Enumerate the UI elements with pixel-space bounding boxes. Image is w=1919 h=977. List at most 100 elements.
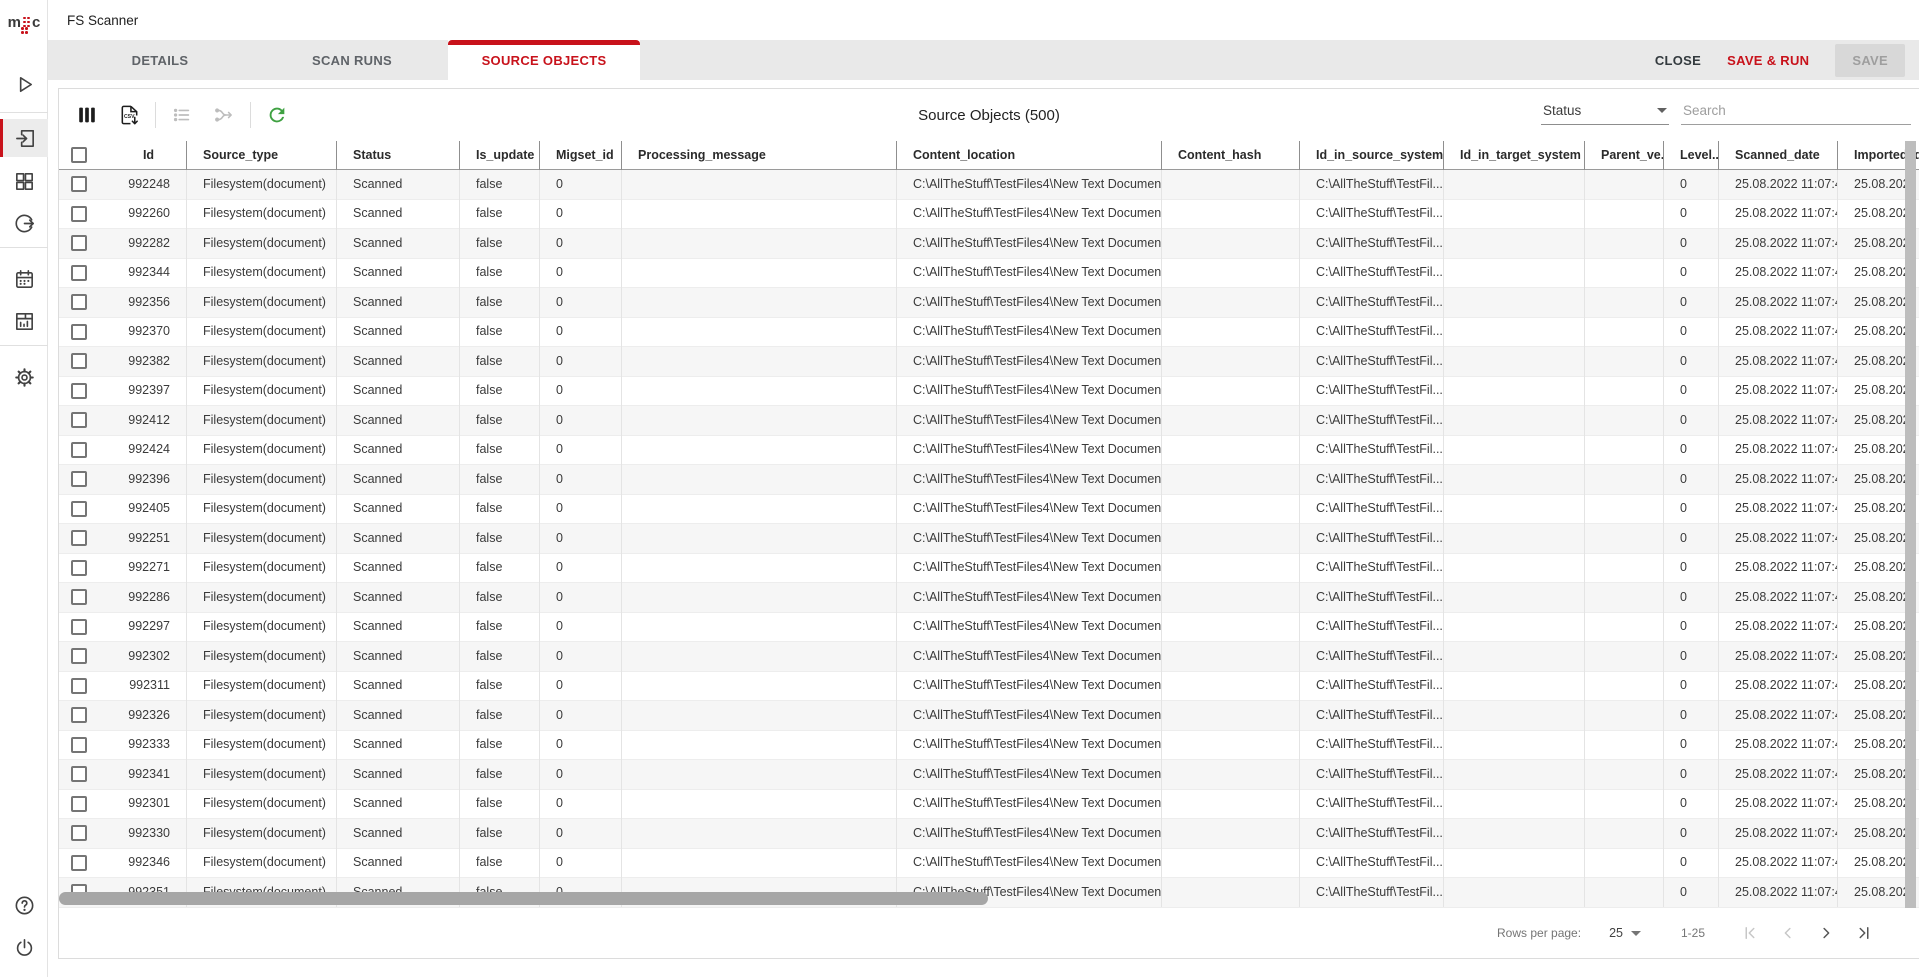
sidebar-item-run[interactable]	[0, 65, 48, 103]
row-checkbox[interactable]	[71, 442, 87, 458]
row-checkbox[interactable]	[71, 766, 87, 782]
cell-parent_version	[1584, 642, 1663, 672]
row-checkbox[interactable]	[71, 678, 87, 694]
table-row[interactable]: 992341Filesystem(document)Scannedfalse0C…	[59, 760, 1919, 790]
sidebar-item-reports[interactable]	[0, 302, 48, 340]
table-row[interactable]: 992286Filesystem(document)Scannedfalse0C…	[59, 583, 1919, 613]
column-header-scanned_date[interactable]: Scanned_date	[1718, 141, 1837, 170]
table-row[interactable]: 992370Filesystem(document)Scannedfalse0C…	[59, 318, 1919, 348]
table-row[interactable]: 992282Filesystem(document)Scannedfalse0C…	[59, 229, 1919, 259]
table-row[interactable]: 992297Filesystem(document)Scannedfalse0C…	[59, 613, 1919, 643]
table-row[interactable]: 992346Filesystem(document)Scannedfalse0C…	[59, 849, 1919, 879]
sidebar-item-scheduler[interactable]	[0, 260, 48, 298]
column-header-id_in_source_system[interactable]: Id_in_source_system	[1299, 141, 1443, 170]
row-checkbox[interactable]	[71, 294, 87, 310]
table-row[interactable]: 992301Filesystem(document)Scannedfalse0C…	[59, 790, 1919, 820]
row-checkbox[interactable]	[71, 530, 87, 546]
table-row[interactable]: 992405Filesystem(document)Scannedfalse0C…	[59, 495, 1919, 525]
next-page-button[interactable]	[1811, 918, 1841, 948]
table-row[interactable]: 992302Filesystem(document)Scannedfalse0C…	[59, 642, 1919, 672]
table-row[interactable]: 992344Filesystem(document)Scannedfalse0C…	[59, 259, 1919, 289]
cell-content_location: C:\AllTheStuff\TestFiles4\New Text Docum…	[896, 229, 1161, 259]
row-checkbox[interactable]	[71, 589, 87, 605]
search-input[interactable]	[1681, 99, 1911, 125]
column-header-content_hash[interactable]: Content_hash	[1161, 141, 1299, 170]
table-row[interactable]: 992396Filesystem(document)Scannedfalse0C…	[59, 465, 1919, 495]
rows-per-page-select[interactable]: 25	[1609, 926, 1641, 940]
refresh-button[interactable]	[261, 99, 293, 131]
table-row[interactable]: 992251Filesystem(document)Scannedfalse0C…	[59, 524, 1919, 554]
row-checkbox[interactable]	[71, 383, 87, 399]
row-checkbox[interactable]	[71, 707, 87, 723]
column-header-id_in_target_system[interactable]: Id_in_target_system	[1443, 141, 1584, 170]
table-toolbar: CSV	[59, 89, 1919, 141]
row-checkbox[interactable]	[71, 176, 87, 192]
cell-status: Scanned	[336, 494, 459, 524]
table-row[interactable]: 992260Filesystem(document)Scannedfalse0C…	[59, 200, 1919, 230]
column-header-id[interactable]: Id	[101, 141, 186, 170]
horizontal-scrollbar[interactable]	[59, 892, 988, 905]
cell-source_type: Filesystem(document)	[186, 760, 336, 790]
table-row[interactable]: 992330Filesystem(document)Scannedfalse0C…	[59, 819, 1919, 849]
row-checkbox[interactable]	[71, 501, 87, 517]
table-row[interactable]: 992382Filesystem(document)Scannedfalse0C…	[59, 347, 1919, 377]
table-row[interactable]: 992271Filesystem(document)Scannedfalse0C…	[59, 554, 1919, 584]
table-row[interactable]: 992412Filesystem(document)Scannedfalse0C…	[59, 406, 1919, 436]
last-page-button[interactable]	[1849, 918, 1879, 948]
cell-scanned_date: 25.08.2022 11:07:42	[1718, 494, 1837, 524]
row-checkbox[interactable]	[71, 353, 87, 369]
cell-parent_version	[1584, 317, 1663, 347]
table-row[interactable]: 992326Filesystem(document)Scannedfalse0C…	[59, 701, 1919, 731]
calendar-icon	[13, 268, 36, 291]
row-checkbox[interactable]	[71, 324, 87, 340]
column-header-is_update[interactable]: Is_update	[459, 141, 539, 170]
cell-source_type: Filesystem(document)	[186, 789, 336, 819]
columns-button[interactable]	[71, 99, 103, 131]
tab-source-objects[interactable]: SOURCE OBJECTS	[448, 40, 640, 80]
row-checkbox[interactable]	[71, 855, 87, 871]
row-checkbox[interactable]	[71, 412, 87, 428]
export-csv-button[interactable]: CSV	[113, 99, 145, 131]
table-row[interactable]: 992333Filesystem(document)Scannedfalse0C…	[59, 731, 1919, 761]
table-row[interactable]: 992397Filesystem(document)Scannedfalse0C…	[59, 377, 1919, 407]
column-header-source_type[interactable]: Source_type	[186, 141, 336, 170]
row-checkbox[interactable]	[71, 796, 87, 812]
cell-status: Scanned	[336, 288, 459, 318]
table-row[interactable]: 992356Filesystem(document)Scannedfalse0C…	[59, 288, 1919, 318]
table-row[interactable]: 992248Filesystem(document)Scannedfalse0C…	[59, 170, 1919, 200]
sidebar-item-settings[interactable]	[0, 358, 48, 396]
row-checkbox[interactable]	[71, 265, 87, 281]
sidebar-item-help[interactable]	[0, 886, 48, 924]
column-header-parent_version[interactable]: Parent_ve...	[1584, 141, 1663, 170]
header-select-cell[interactable]	[59, 141, 101, 170]
cell-source_type: Filesystem(document)	[186, 848, 336, 878]
sidebar-item-logout[interactable]	[0, 928, 48, 966]
column-header-level[interactable]: Level...	[1663, 141, 1718, 170]
column-header-status[interactable]: Status	[336, 141, 459, 170]
row-checkbox[interactable]	[71, 235, 87, 251]
sidebar-item-scanners[interactable]	[0, 119, 48, 157]
cell-processing_message	[621, 642, 896, 672]
save-and-run-button[interactable]: SAVE & RUN	[1727, 53, 1809, 68]
row-checkbox[interactable]	[71, 737, 87, 753]
select-all-checkbox[interactable]	[71, 147, 87, 163]
sidebar-item-dashboard[interactable]	[0, 162, 48, 200]
row-checkbox[interactable]	[71, 619, 87, 635]
column-header-processing_message[interactable]: Processing_message	[621, 141, 896, 170]
row-checkbox[interactable]	[71, 825, 87, 841]
row-checkbox[interactable]	[71, 471, 87, 487]
cell-id: 992297	[101, 612, 186, 642]
column-header-content_location[interactable]: Content_location	[896, 141, 1161, 170]
close-button[interactable]: CLOSE	[1655, 53, 1701, 68]
vertical-scrollbar[interactable]	[1905, 141, 1916, 908]
status-filter-select[interactable]: Status	[1541, 99, 1669, 125]
tab-details[interactable]: DETAILS	[64, 40, 256, 80]
tab-scan-runs[interactable]: SCAN RUNS	[256, 40, 448, 80]
row-checkbox[interactable]	[71, 648, 87, 664]
table-row[interactable]: 992424Filesystem(document)Scannedfalse0C…	[59, 436, 1919, 466]
table-row[interactable]: 992311Filesystem(document)Scannedfalse0C…	[59, 672, 1919, 702]
sidebar-item-export[interactable]	[0, 204, 48, 242]
row-checkbox[interactable]	[71, 560, 87, 576]
row-checkbox[interactable]	[71, 206, 87, 222]
column-header-migset_id[interactable]: Migset_id	[539, 141, 621, 170]
